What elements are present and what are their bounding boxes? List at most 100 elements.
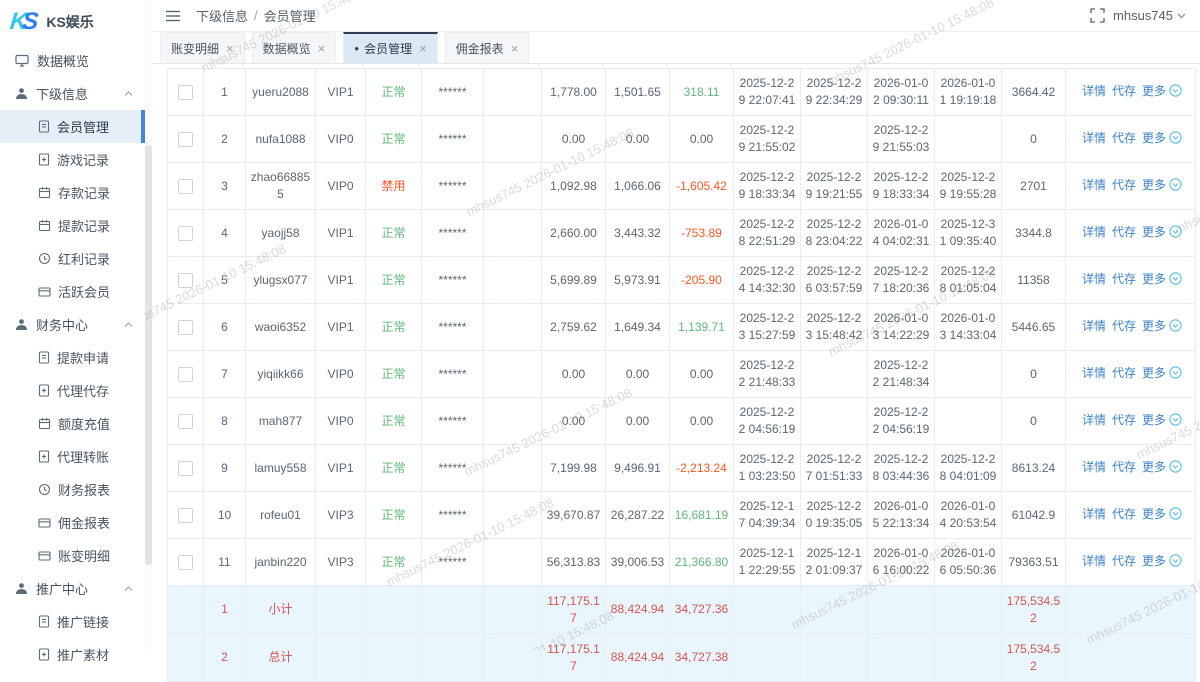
deposit-link[interactable]: 代存 <box>1112 460 1136 474</box>
tab-数据概览[interactable]: 数据概览× <box>252 32 337 63</box>
deposit-link[interactable]: 代存 <box>1112 413 1136 427</box>
row-checkbox[interactable] <box>178 132 193 147</box>
sidebar-item-游戏记录[interactable]: 游戏记录 <box>0 143 145 176</box>
detail-link[interactable]: 详情 <box>1082 366 1106 380</box>
more-link[interactable]: 更多 <box>1142 272 1166 286</box>
more-circle-icon[interactable] <box>1169 84 1182 102</box>
sidebar-item-提款申请[interactable]: 提款申请 <box>0 341 145 374</box>
detail-link[interactable]: 详情 <box>1082 554 1106 568</box>
more-circle-icon[interactable] <box>1169 366 1182 384</box>
row-checkbox[interactable] <box>178 461 193 476</box>
more-link[interactable]: 更多 <box>1142 225 1166 239</box>
sidebar-item-财务报表[interactable]: 财务报表 <box>0 473 145 506</box>
sidebar-item-存款记录[interactable]: 存款记录 <box>0 176 145 209</box>
close-icon[interactable]: × <box>226 41 234 56</box>
tab-佣金报表[interactable]: 佣金报表× <box>445 32 530 63</box>
detail-link[interactable]: 详情 <box>1082 225 1106 239</box>
cell-actions: 详情代存更多 <box>1066 163 1196 210</box>
fullscreen-icon[interactable] <box>1090 8 1105 23</box>
tab-会员管理[interactable]: ●会员管理× <box>343 32 437 63</box>
row-checkbox[interactable] <box>178 320 193 335</box>
menu-toggle-icon[interactable] <box>166 10 180 22</box>
detail-link[interactable]: 详情 <box>1082 272 1106 286</box>
more-circle-icon[interactable] <box>1169 413 1182 431</box>
detail-link[interactable]: 详情 <box>1082 319 1106 333</box>
tab-账变明细[interactable]: 账变明细× <box>160 32 245 63</box>
row-checkbox[interactable] <box>178 414 193 429</box>
sidebar-item-账变明细[interactable]: 账变明细 <box>0 539 145 572</box>
sidebar-item-数据概览[interactable]: 数据概览 <box>0 44 145 77</box>
sidebar-item-推广链接[interactable]: 推广链接 <box>0 605 145 638</box>
sidebar-item-代理转账[interactable]: 代理转账 <box>0 440 145 473</box>
deposit-link[interactable]: 代存 <box>1112 225 1136 239</box>
sidebar-item-推广素材[interactable]: 推广素材 <box>0 638 145 671</box>
breadcrumb-parent[interactable]: 下级信息 <box>196 6 248 25</box>
sidebar-item-提款记录[interactable]: 提款记录 <box>0 209 145 242</box>
deposit-link[interactable]: 代存 <box>1112 272 1136 286</box>
sidebar-group-下级信息[interactable]: 下级信息 <box>0 77 145 110</box>
member-row: 2nufa1088VIP0正常******0.000.000.002025-12… <box>168 116 1196 163</box>
detail-link[interactable]: 详情 <box>1082 507 1106 521</box>
deposit-link[interactable]: 代存 <box>1112 554 1136 568</box>
detail-link[interactable]: 详情 <box>1082 84 1106 98</box>
detail-link[interactable]: 详情 <box>1082 460 1106 474</box>
row-checkbox[interactable] <box>178 226 193 241</box>
row-checkbox[interactable] <box>178 85 193 100</box>
sidebar-item-佣金报表[interactable]: 佣金报表 <box>0 506 145 539</box>
cell-date-last-bet <box>935 586 1002 634</box>
more-link[interactable]: 更多 <box>1142 84 1166 98</box>
more-link[interactable]: 更多 <box>1142 178 1166 192</box>
more-circle-icon[interactable] <box>1169 225 1182 243</box>
more-link[interactable]: 更多 <box>1142 366 1166 380</box>
deposit-link[interactable]: 代存 <box>1112 131 1136 145</box>
cell-date-last-bet: 2025-12-28 01:05:04 <box>935 257 1002 304</box>
row-checkbox[interactable] <box>178 179 193 194</box>
sidebar-item-红利记录[interactable]: 红利记录 <box>0 242 145 275</box>
cell-date-first-deposit <box>801 351 868 398</box>
close-icon[interactable]: × <box>419 41 427 56</box>
close-icon[interactable]: × <box>318 41 326 56</box>
more-circle-icon[interactable] <box>1169 272 1182 290</box>
deposit-link[interactable]: 代存 <box>1112 319 1136 333</box>
more-link[interactable]: 更多 <box>1142 554 1166 568</box>
close-icon[interactable]: × <box>511 41 519 56</box>
detail-link[interactable]: 详情 <box>1082 413 1106 427</box>
more-circle-icon[interactable] <box>1169 460 1182 478</box>
cell-date-first-deposit: 2025-12-23 15:48:42 <box>801 304 868 351</box>
more-circle-icon[interactable] <box>1169 319 1182 337</box>
row-checkbox[interactable] <box>178 555 193 570</box>
detail-link[interactable]: 详情 <box>1082 178 1106 192</box>
sidebar-group-财务中心[interactable]: 财务中心 <box>0 308 145 341</box>
deposit-link[interactable]: 代存 <box>1112 178 1136 192</box>
row-checkbox[interactable] <box>178 273 193 288</box>
more-link[interactable]: 更多 <box>1142 413 1166 427</box>
row-checkbox[interactable] <box>178 367 193 382</box>
more-link[interactable]: 更多 <box>1142 131 1166 145</box>
member-table-wrap: 1yueru2088VIP1正常******1,778.001,501.6531… <box>167 68 1200 682</box>
deposit-link[interactable]: 代存 <box>1112 366 1136 380</box>
deposit-link[interactable]: 代存 <box>1112 507 1136 521</box>
user-menu[interactable]: mhsus745 <box>1113 8 1186 23</box>
more-link[interactable]: 更多 <box>1142 507 1166 521</box>
cell-profit: -205.90 <box>670 257 734 304</box>
sidebar-item-代理代存[interactable]: 代理代存 <box>0 374 145 407</box>
more-circle-icon[interactable] <box>1169 507 1182 525</box>
more-circle-icon[interactable] <box>1169 554 1182 572</box>
cell-date-last-login: 2025-12-22 21:48:34 <box>868 351 935 398</box>
sidebar-group-推广中心[interactable]: 推广中心 <box>0 572 145 605</box>
cell-actions: 详情代存更多 <box>1066 492 1196 539</box>
detail-link[interactable]: 详情 <box>1082 131 1106 145</box>
sidebar-item-额度充值[interactable]: 额度充值 <box>0 407 145 440</box>
scrollbar-track[interactable] <box>145 0 152 650</box>
cell-blank <box>484 398 542 445</box>
cell-password: ****** <box>422 492 484 539</box>
more-link[interactable]: 更多 <box>1142 319 1166 333</box>
sidebar-item-会员管理[interactable]: 会员管理 <box>0 110 145 143</box>
more-circle-icon[interactable] <box>1169 131 1182 149</box>
deposit-link[interactable]: 代存 <box>1112 84 1136 98</box>
row-checkbox[interactable] <box>178 508 193 523</box>
more-circle-icon[interactable] <box>1169 178 1182 196</box>
sidebar-item-活跃会员[interactable]: 活跃会员 <box>0 275 145 308</box>
more-link[interactable]: 更多 <box>1142 460 1166 474</box>
scrollbar-thumb[interactable] <box>145 145 152 565</box>
